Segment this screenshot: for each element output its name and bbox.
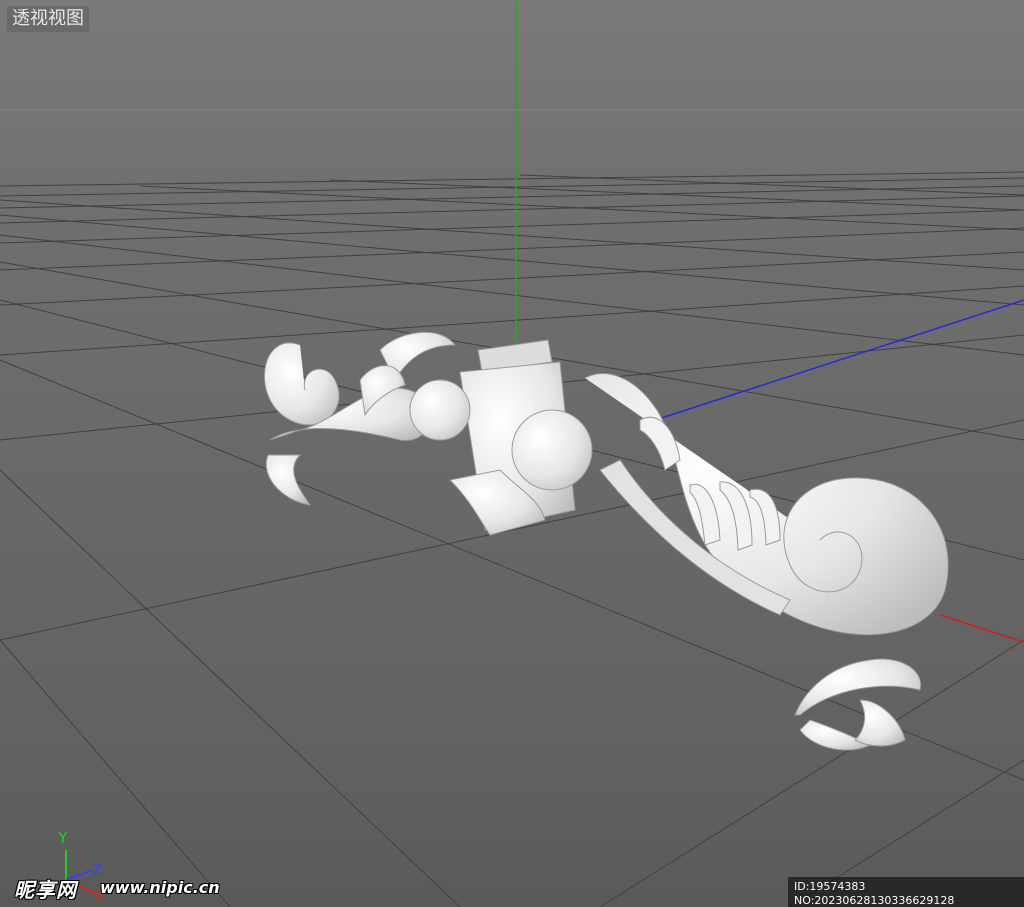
gizmo-y-label: Y: [57, 828, 68, 847]
watermark-logo: 昵享网: [14, 878, 77, 902]
x-axis-line: [939, 614, 1024, 643]
perspective-viewport[interactable]: Y Z X 透视视图 昵享网 www.nipic.cn ID:19574383 …: [0, 0, 1024, 907]
watermark-url: www.nipic.cn: [100, 878, 220, 897]
gizmo-z-label: Z: [93, 862, 103, 878]
viewport-label[interactable]: 透视视图: [7, 6, 89, 32]
ornament-model[interactable]: [264, 331, 949, 751]
scene-canvas[interactable]: Y Z X: [0, 0, 1024, 907]
image-id-badge: ID:19574383 NO:20230628130336629128: [788, 877, 1024, 907]
